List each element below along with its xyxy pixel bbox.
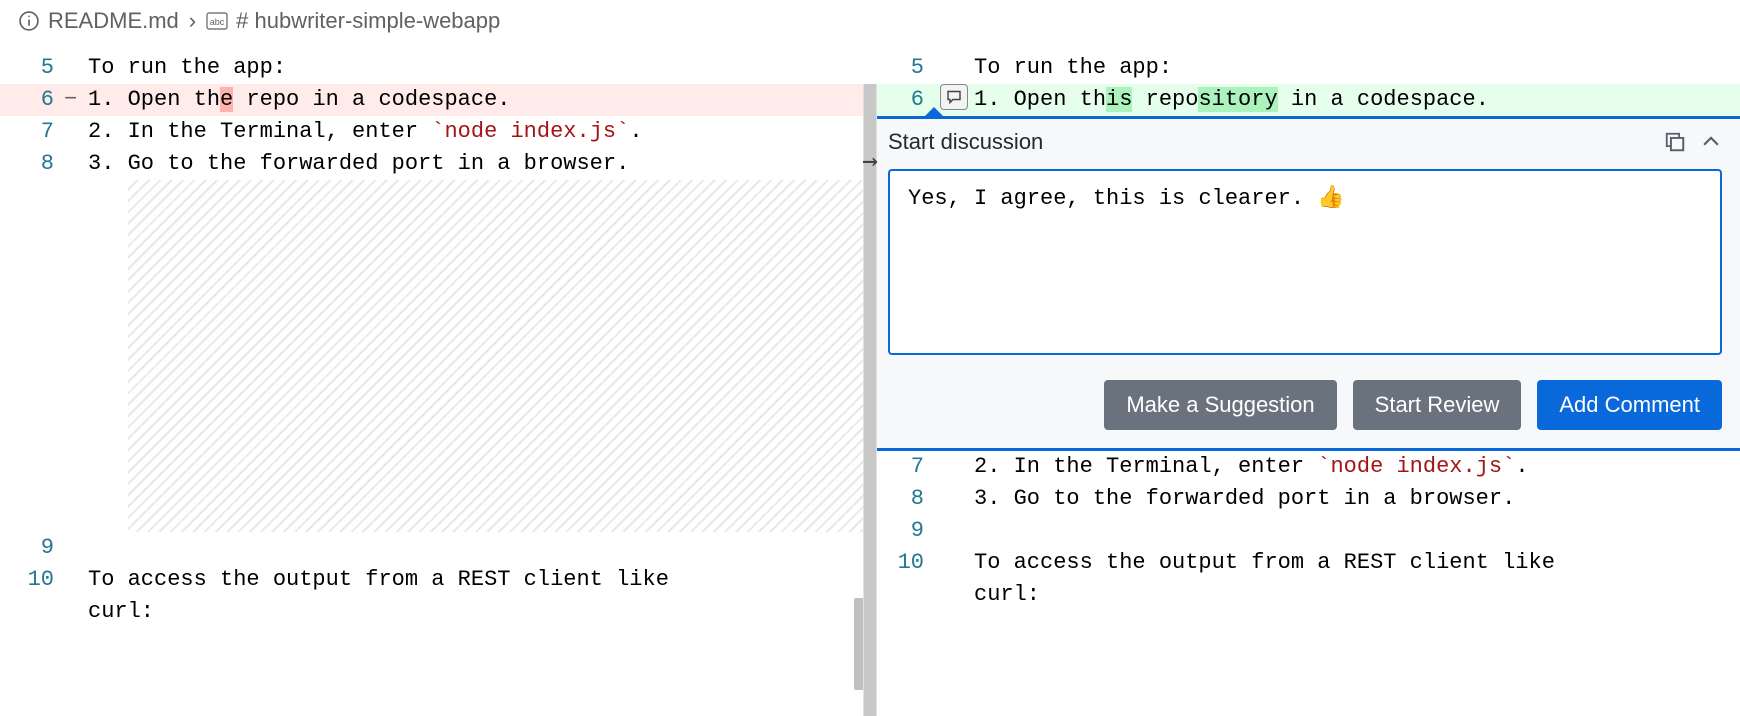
comment-glyph-icon[interactable] bbox=[940, 84, 968, 110]
code-text: 2. In the Terminal, enter `node index.js… bbox=[88, 116, 870, 148]
code-line[interactable]: 5 To run the app: bbox=[870, 52, 1740, 84]
code-text: To access the output from a REST client … bbox=[88, 564, 870, 628]
comment-input[interactable]: Yes, I agree, this is clearer. 👍 bbox=[888, 169, 1722, 355]
breadcrumb-separator: › bbox=[189, 8, 196, 34]
chevron-up-icon[interactable] bbox=[1700, 131, 1722, 153]
code-line[interactable]: 9 bbox=[0, 532, 870, 564]
line-number: 9 bbox=[0, 532, 64, 564]
code-line-deleted[interactable]: 6 − 1. Open the repo in a codespace. bbox=[0, 84, 870, 116]
start-review-button[interactable]: Start Review bbox=[1353, 380, 1522, 430]
diff-modified-pane[interactable]: 5 To run the app: 6 1. Open this reposit… bbox=[870, 42, 1740, 716]
comment-thread-title: Start discussion bbox=[888, 129, 1043, 155]
line-number: 9 bbox=[870, 515, 934, 547]
expand-icon[interactable] bbox=[1664, 131, 1686, 153]
code-text: To access the output from a REST client … bbox=[974, 547, 1740, 611]
line-number: 5 bbox=[0, 52, 64, 84]
line-number: 6 bbox=[0, 84, 64, 116]
line-number: 8 bbox=[870, 483, 934, 515]
code-line-added[interactable]: 6 1. Open this repository in a codespace… bbox=[870, 84, 1740, 116]
breadcrumb-filename[interactable]: README.md bbox=[48, 8, 179, 34]
diff-marker: − bbox=[64, 84, 88, 116]
symbol-string-icon: abc bbox=[206, 12, 228, 30]
info-icon bbox=[18, 10, 40, 32]
code-line[interactable]: 8 3. Go to the forwarded port in a brows… bbox=[870, 483, 1740, 515]
line-number: 10 bbox=[0, 564, 64, 596]
code-line[interactable]: 10 To access the output from a REST clie… bbox=[0, 564, 870, 628]
add-comment-button[interactable]: Add Comment bbox=[1537, 380, 1722, 430]
diff-original-pane[interactable]: 5 To run the app: 6 − 1. Open the repo i… bbox=[0, 42, 870, 716]
code-line[interactable]: 9 bbox=[870, 515, 1740, 547]
breadcrumb: README.md › abc # hubwriter-simple-webap… bbox=[0, 0, 1740, 42]
breadcrumb-heading[interactable]: # hubwriter-simple-webapp bbox=[236, 8, 500, 34]
line-number: 10 bbox=[870, 547, 934, 579]
scrollbar-vertical[interactable] bbox=[854, 598, 870, 690]
code-text: 1. Open the repo in a codespace. bbox=[88, 84, 870, 116]
code-text: To run the app: bbox=[88, 52, 870, 84]
code-line[interactable]: 10 To access the output from a REST clie… bbox=[870, 547, 1740, 611]
code-line[interactable]: 7 2. In the Terminal, enter `node index.… bbox=[0, 116, 870, 148]
thread-pointer-icon bbox=[924, 107, 944, 117]
svg-text:abc: abc bbox=[210, 17, 225, 27]
line-number: 5 bbox=[870, 52, 934, 84]
comment-thread-widget: Start discussion Yes, I agree, this is c… bbox=[870, 116, 1740, 451]
line-number: 7 bbox=[870, 451, 934, 483]
diff-spacer bbox=[128, 180, 870, 532]
code-text: 2. In the Terminal, enter `node index.js… bbox=[974, 451, 1740, 483]
code-text: 3. Go to the forwarded port in a browser… bbox=[974, 483, 1740, 515]
code-line[interactable]: 7 2. In the Terminal, enter `node index.… bbox=[870, 451, 1740, 483]
code-text: To run the app: bbox=[974, 52, 1740, 84]
code-line[interactable]: 5 To run the app: bbox=[0, 52, 870, 84]
line-number: 8 bbox=[0, 148, 64, 180]
code-text: 3. Go to the forwarded port in a browser… bbox=[88, 148, 870, 180]
make-suggestion-button[interactable]: Make a Suggestion bbox=[1104, 380, 1336, 430]
comment-icon bbox=[945, 89, 963, 105]
line-number: 7 bbox=[0, 116, 64, 148]
code-text: 1. Open this repository in a codespace. bbox=[974, 84, 1740, 116]
code-line[interactable]: 8 3. Go to the forwarded port in a brows… bbox=[0, 148, 870, 180]
